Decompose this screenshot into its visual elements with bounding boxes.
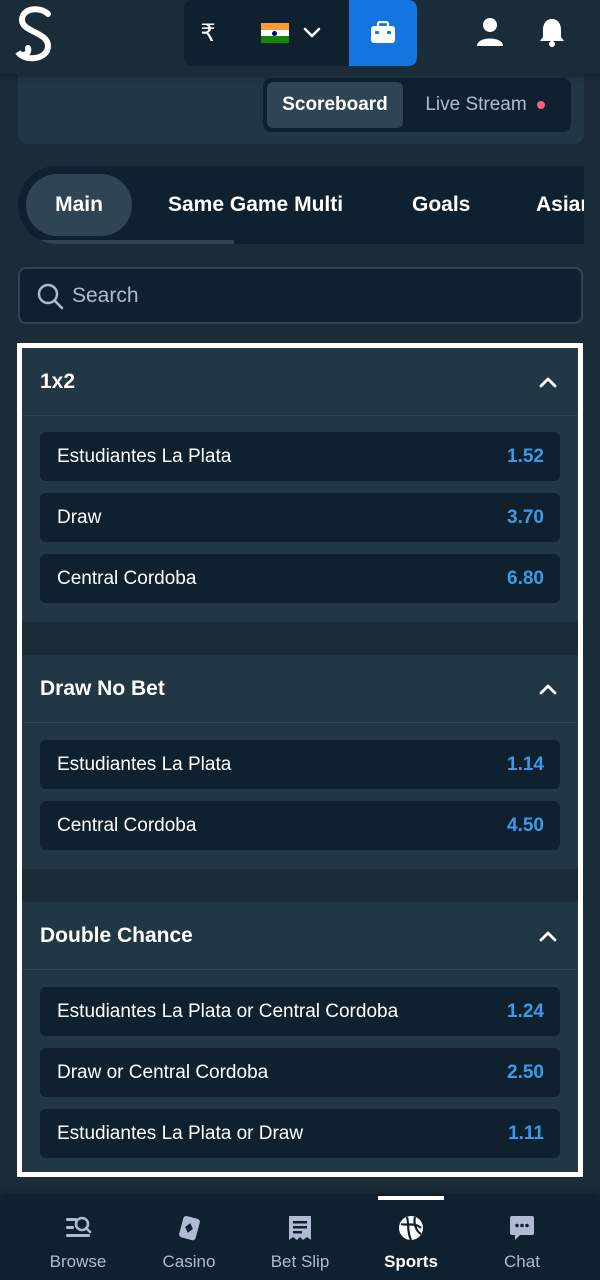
market-tabs: Main Same Game Multi Goals Asian [18,166,584,244]
outcome-odds: 3.70 [507,506,544,528]
outcome-name: Estudiantes La Plata or Central Cordoba [57,1000,399,1022]
tab-goals[interactable]: Goals [412,174,470,236]
outcome-button[interactable]: Central Cordoba 4.50 [40,801,560,850]
top-header: ₹ [0,0,600,74]
tab-label: Same Game Multi [168,193,344,216]
user-icon [477,18,503,46]
user-button[interactable] [472,14,508,50]
sports-icon [397,1214,425,1242]
media-toggle: Scoreboard Live Stream [263,78,571,132]
live-stream-label: Live Stream [425,94,527,115]
outcome-button[interactable]: Estudiantes La Plata 1.52 [40,432,560,481]
nav-casino[interactable]: Casino [134,1196,244,1280]
tab-scroll-indicator [18,240,234,244]
tab-label: Main [55,193,103,216]
outcome-name: Estudiantes La Plata [57,445,232,467]
outcome-button[interactable]: Estudiantes La Plata 1.14 [40,740,560,789]
tab-main[interactable]: Main [26,174,132,236]
tab-same-game-multi[interactable]: Same Game Multi [168,174,343,236]
market-1x2: 1x2 Estudiantes La Plata 1.52 Draw 3.70 … [22,348,578,622]
outcome-button[interactable]: Draw 3.70 [40,493,560,542]
outcome-button[interactable]: Estudiantes La Plata or Draw 1.11 [40,1109,560,1158]
chat-icon [508,1214,536,1242]
nav-label: Bet Slip [270,1252,330,1271]
tab-asian[interactable]: Asian [536,174,584,236]
scoreboard-label: Scoreboard [282,94,388,115]
chevron-up-icon[interactable] [538,682,558,696]
bottom-navigation: Browse Casino Bet Slip Sports Chat [0,1196,600,1280]
outcome-button[interactable]: Draw or Central Cordoba 2.50 [40,1048,560,1097]
outcome-odds: 1.14 [507,753,544,775]
india-flag-icon [260,23,289,44]
outcome-name: Estudiantes La Plata [57,753,232,775]
tab-label: Goals [412,193,471,216]
market-header[interactable]: Draw No Bet [22,655,578,723]
market-double-chance: Double Chance Estudiantes La Plata or Ce… [22,902,578,1172]
wallet-button[interactable] [349,0,417,66]
wallet-bar: ₹ [184,0,417,66]
outcome-odds: 2.50 [507,1061,544,1083]
outcome-odds: 1.52 [507,445,544,467]
nav-sports[interactable]: Sports [356,1196,466,1280]
currency-selector[interactable]: ₹ [184,0,232,66]
markets-list: 1x2 Estudiantes La Plata 1.52 Draw 3.70 … [17,343,583,1177]
nav-label: Chat [504,1252,540,1271]
wallet-icon [371,21,395,43]
market-draw-no-bet: Draw No Bet Estudiantes La Plata 1.14 Ce… [22,655,578,869]
nav-label: Browse [49,1252,107,1271]
search-input[interactable] [72,283,552,308]
bet-slip-icon [286,1214,314,1242]
outcome-odds: 1.24 [507,1000,544,1022]
casino-icon [175,1214,203,1242]
market-title: 1x2 [40,369,76,393]
nav-bet-slip[interactable]: Bet Slip [245,1196,355,1280]
market-title: Double Chance [40,923,193,947]
chevron-down-icon [303,27,320,38]
search-icon [37,283,64,309]
tab-label: Asian [536,193,584,216]
logo-icon[interactable] [14,4,58,64]
nav-browse[interactable]: Browse [23,1196,133,1280]
bell-icon [540,19,564,47]
live-indicator-icon [536,101,545,109]
browse-icon [64,1214,92,1242]
notifications-button[interactable] [534,14,570,50]
outcome-name: Central Cordoba [57,567,197,589]
outcome-odds: 6.80 [507,567,544,589]
scoreboard-button[interactable]: Scoreboard [267,82,403,128]
search-box [18,267,583,324]
nav-label: Sports [384,1252,438,1271]
outcome-name: Central Cordoba [57,814,197,836]
outcome-name: Draw or Central Cordoba [57,1061,269,1083]
chevron-up-icon[interactable] [538,929,558,943]
live-stream-button[interactable]: Live Stream [403,82,567,128]
outcome-button[interactable]: Estudiantes La Plata or Central Cordoba … [40,987,560,1036]
outcome-odds: 4.50 [507,814,544,836]
market-header[interactable]: Double Chance [22,902,578,970]
outcome-odds: 1.11 [508,1122,544,1144]
outcome-name: Draw [57,506,102,528]
market-title: Draw No Bet [40,676,165,700]
currency-symbol: ₹ [200,19,216,47]
nav-label: Casino [162,1252,216,1271]
chevron-up-icon[interactable] [538,375,558,389]
nav-chat[interactable]: Chat [467,1196,577,1280]
market-header[interactable]: 1x2 [22,348,578,416]
outcome-button[interactable]: Central Cordoba 6.80 [40,554,560,603]
country-selector[interactable] [232,0,349,66]
outcome-name: Estudiantes La Plata or Draw [57,1122,304,1144]
